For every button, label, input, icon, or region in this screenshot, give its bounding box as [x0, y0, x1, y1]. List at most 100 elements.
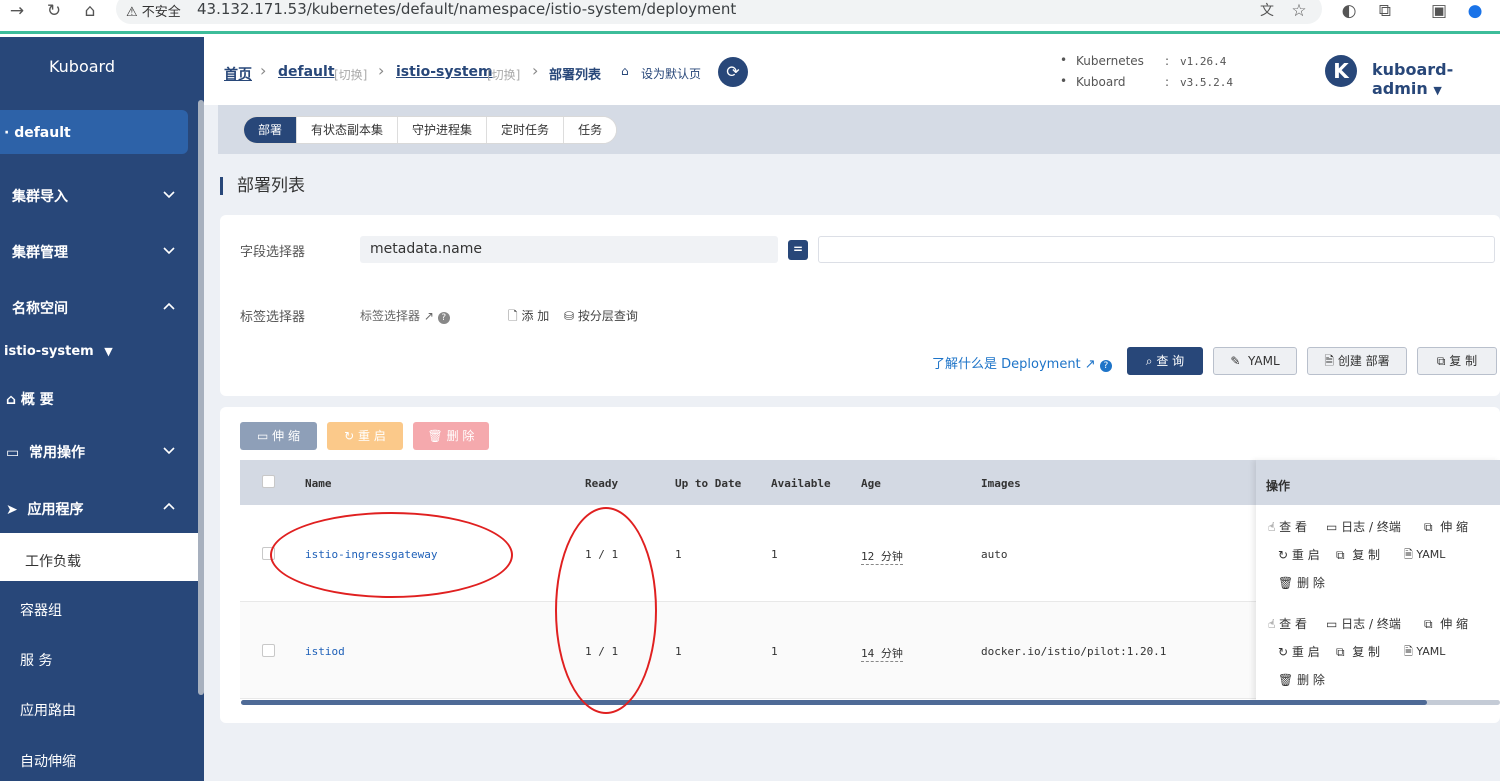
scale-icon: ▭ [257, 429, 269, 443]
scale-selected-button[interactable]: ▭ 伸 缩 [240, 422, 317, 450]
annotation-circle-ready [555, 507, 657, 714]
column-name[interactable]: Name [305, 477, 332, 490]
brand-logo: Kuboard [48, 57, 116, 76]
field-selector-input[interactable]: metadata.name [360, 236, 778, 263]
query-button[interactable]: ⌕ 查 询 [1127, 347, 1203, 375]
help-icon: ? [437, 312, 450, 324]
namespace-selector[interactable]: istio-system ▼ [4, 344, 113, 359]
pointer-icon: ☝ [1268, 617, 1276, 631]
yaml-button[interactable]: ✎ YAML [1213, 347, 1297, 375]
available-value: 1 [771, 548, 778, 561]
sidebar-item-overview[interactable]: ⌂ 概 要 [6, 389, 54, 409]
extension-icon[interactable]: ◐ [1338, 0, 1360, 22]
add-label-button[interactable]: 🗋 添 加 [508, 307, 549, 328]
sidepanel-icon[interactable]: ▣ [1428, 0, 1450, 22]
view-button[interactable]: ☝ 查 看 [1268, 615, 1307, 632]
breadcrumb-home[interactable]: 首页 [224, 64, 252, 84]
logs-terminal-button[interactable]: ▭ 日志 / 终端 [1326, 615, 1401, 632]
edit-icon: ✎ [1230, 354, 1241, 368]
column-age[interactable]: Age [861, 477, 881, 490]
yaml-row-button[interactable]: 🗎 YAML [1404, 643, 1445, 662]
deployment-name-link[interactable]: istiod [305, 645, 345, 658]
switch-namespace-link[interactable]: [切换] [487, 66, 520, 83]
sidebar-item-applications[interactable]: ➤ 应用程序 [6, 499, 83, 519]
puzzle-icon[interactable]: ⧉ [1374, 0, 1396, 22]
tab-daemonsets[interactable]: 守护进程集 [398, 117, 488, 143]
profile-icon[interactable]: ● [1464, 0, 1486, 22]
restart-button[interactable]: ↻ 重 启 [1278, 643, 1320, 660]
pointer-icon: ☝ [1268, 520, 1276, 534]
sidebar-item-cluster-manage[interactable]: 集群管理 [12, 242, 68, 262]
sidebar-item-autoscale[interactable]: 自动伸缩 [20, 751, 76, 771]
scale-button[interactable]: ⧉ 伸 缩 [1424, 615, 1468, 632]
learn-deployment-link[interactable]: 了解什么是 Deployment ↗ ? [932, 353, 1112, 372]
restart-button[interactable]: ↻ 重 启 [1278, 546, 1320, 563]
sidebar-item-namespace[interactable]: 名称空间 [12, 298, 68, 318]
column-ready[interactable]: Ready [585, 477, 618, 490]
tab-statefulsets[interactable]: 有状态副本集 [297, 117, 399, 143]
tab-cronjobs[interactable]: 定时任务 [487, 117, 565, 143]
column-up-to-date[interactable]: Up to Date [675, 477, 741, 490]
set-default-page-link[interactable]: 设为默认页 [641, 65, 701, 82]
copy-button[interactable]: ⧉ 复 制 [1417, 347, 1497, 375]
url-text[interactable]: 43.132.171.53/kubernetes/default/namespa… [197, 0, 736, 18]
cluster-name[interactable]: · default [4, 125, 71, 141]
monitor-icon: ▭ [1326, 520, 1338, 534]
user-menu[interactable]: kuboard-admin ▼ [1372, 60, 1500, 98]
delete-row-button[interactable]: 🗑 删 除 [1278, 671, 1325, 688]
column-images[interactable]: Images [981, 477, 1021, 490]
scale-button[interactable]: ⧉ 伸 缩 [1424, 518, 1468, 535]
copy-row-button[interactable]: ⧉ 复 制 [1336, 643, 1380, 660]
view-button[interactable]: ☝ 查 看 [1268, 518, 1307, 535]
kuboard-label: Kuboard [1076, 75, 1126, 89]
sidebar-item-common-ops[interactable]: ▭ 常用操作 [6, 442, 85, 462]
sidebar-item-services[interactable]: 服 务 [20, 650, 52, 670]
star-icon[interactable]: ☆ [1288, 0, 1310, 22]
sidebar-item-ingress[interactable]: 应用路由 [20, 700, 76, 720]
breadcrumb-namespace[interactable]: istio-system [396, 64, 493, 80]
select-all-checkbox[interactable] [262, 475, 275, 488]
sidebar-item-cluster-import[interactable]: 集群导入 [12, 186, 68, 206]
copy-row-button[interactable]: ⧉ 复 制 [1336, 546, 1380, 563]
up-to-date-value: 1 [675, 548, 682, 561]
reload-icon[interactable]: ↻ [43, 0, 65, 22]
tab-jobs[interactable]: 任务 [564, 117, 617, 143]
kubernetes-version: v1.26.4 [1180, 55, 1227, 68]
create-deployment-button[interactable]: 🗎 创建 部署 [1307, 347, 1407, 375]
monitor-icon: ▭ [1326, 617, 1338, 631]
field-value-input[interactable] [818, 236, 1495, 263]
breadcrumb-current: 部署列表 [549, 68, 602, 83]
sidebar-item-pods[interactable]: 容器组 [20, 600, 62, 620]
filter-card: 字段选择器 metadata.name = 标签选择器 标签选择器 ↗ ? 🗋 … [220, 215, 1500, 396]
forward-icon[interactable]: → [6, 0, 28, 22]
up-to-date-value: 1 [675, 645, 682, 658]
row-checkbox[interactable] [262, 644, 275, 657]
breadcrumb-cluster[interactable]: default [278, 64, 335, 80]
horizontal-scrollbar[interactable] [241, 700, 1427, 705]
delete-selected-button[interactable]: 🗑 删 除 [413, 422, 489, 450]
insecure-badge[interactable]: ⚠ 不安全 [126, 1, 181, 20]
available-value: 1 [771, 645, 778, 658]
browser-toolbar: → ↻ ⌂ ⚠ 不安全 43.132.171.53/kubernetes/def… [0, 0, 1500, 34]
yaml-row-button[interactable]: 🗎 YAML [1404, 546, 1445, 565]
restart-selected-button[interactable]: ↻ 重 启 [327, 422, 403, 450]
logs-terminal-button[interactable]: ▭ 日志 / 终端 [1326, 518, 1401, 535]
layered-query-button[interactable]: ⛁ 按分层查询 [564, 307, 638, 324]
main-content: 部署 有状态副本集 守护进程集 定时任务 任务 部署列表 字段选择器 metad… [204, 105, 1500, 781]
sidebar-item-workloads-label[interactable]: 工作负载 [25, 551, 81, 571]
chevron-down-icon [163, 247, 175, 255]
translate-icon[interactable]: 文 [1256, 0, 1278, 22]
switch-cluster-link[interactable]: [切换] [334, 66, 367, 83]
refresh-button[interactable]: ⟳ [718, 57, 748, 87]
operations-column: 操作 ☝ 查 看 ▭ 日志 / 终端 ⧉ 伸 缩 ↻ 重 启 ⧉ 复 制 🗎 Y… [1256, 460, 1500, 702]
delete-row-button[interactable]: 🗑 删 除 [1278, 574, 1325, 591]
label-selector-link[interactable]: 标签选择器 ↗ ? [360, 307, 450, 324]
trash-icon: 🗑 [427, 429, 443, 443]
avatar[interactable]: K [1325, 55, 1357, 87]
scale-icon: ⧉ [1424, 617, 1433, 631]
operator-button[interactable]: = [788, 240, 808, 260]
refresh-icon: ↻ [344, 429, 355, 443]
column-available[interactable]: Available [771, 477, 831, 490]
home-icon[interactable]: ⌂ [79, 0, 101, 22]
tab-deployments[interactable]: 部署 [244, 117, 298, 143]
